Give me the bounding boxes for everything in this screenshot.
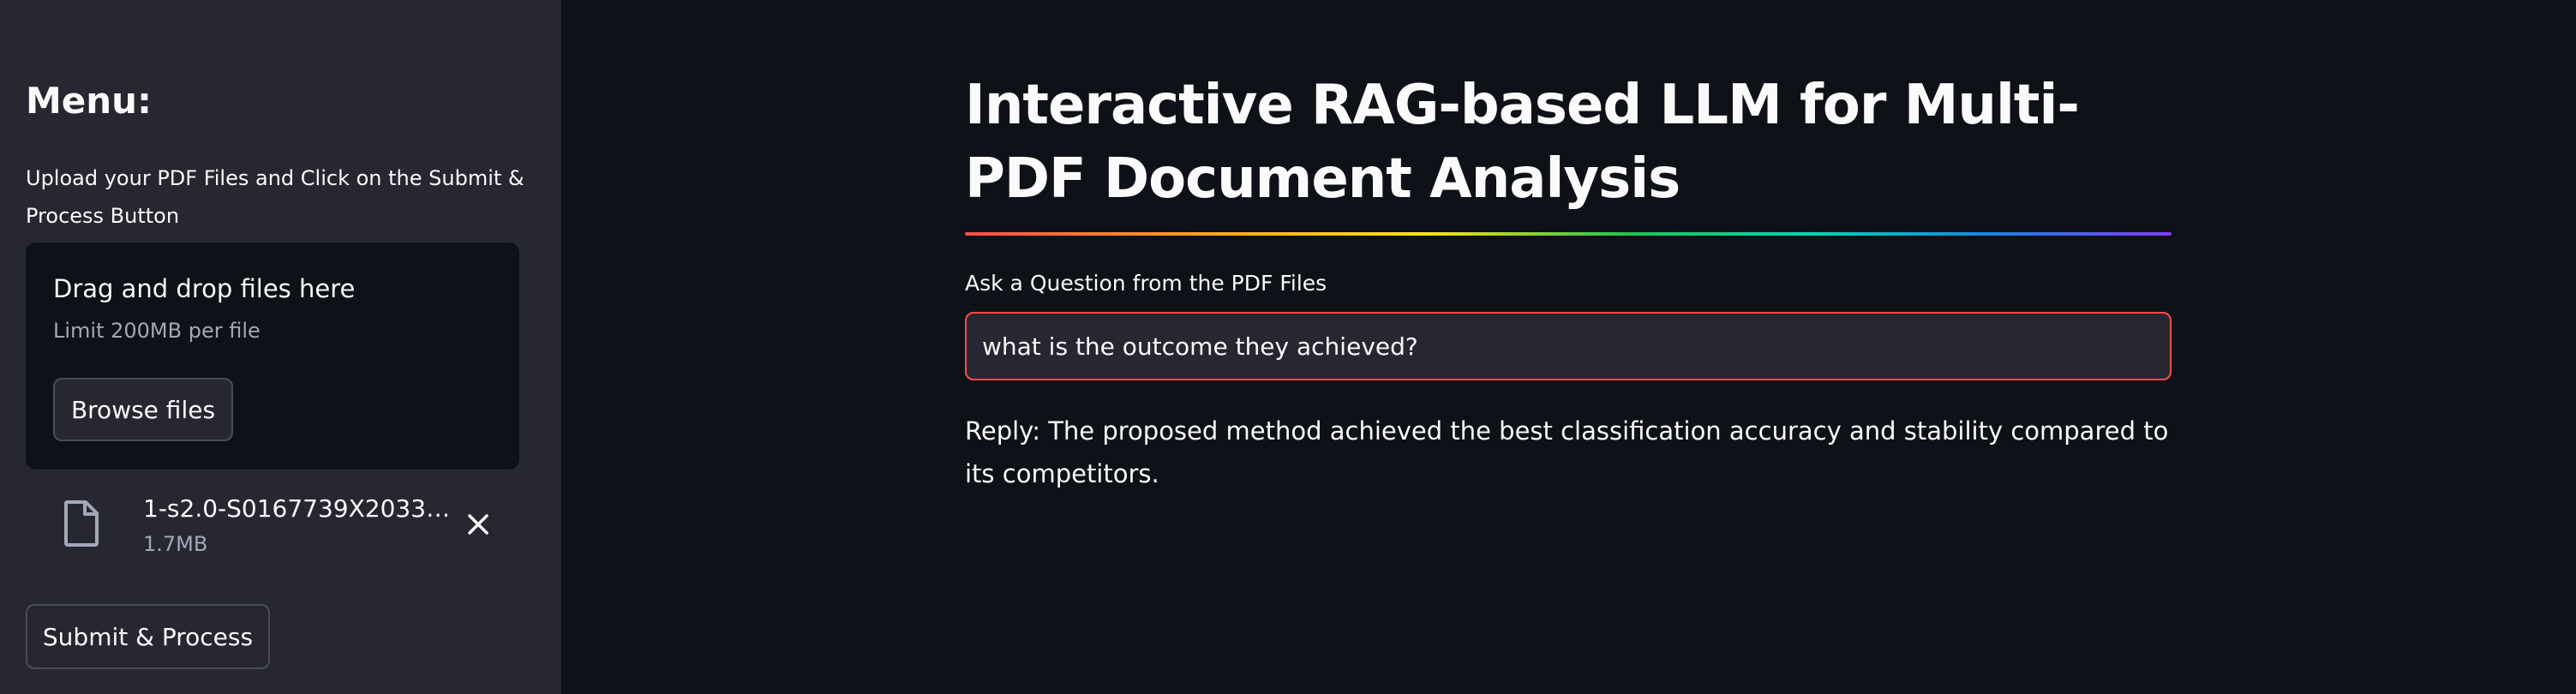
uploaded-file-item: 1-s2.0-S0167739X203303... 1.7MB <box>26 488 531 565</box>
file-size: 1.7MB <box>143 532 208 556</box>
question-label: Ask a Question from the PDF Files <box>965 271 1327 296</box>
app-root: Menu: Upload your PDF Files and Click on… <box>0 0 2576 694</box>
file-name: 1-s2.0-S0167739X203303... <box>143 494 462 523</box>
title-divider <box>965 232 2172 236</box>
browse-files-button[interactable]: Browse files <box>53 378 233 441</box>
menu-title: Menu: <box>26 80 152 122</box>
reply-text: Reply: The proposed method achieved the … <box>965 416 2169 488</box>
remove-file-close-icon[interactable] <box>458 504 499 545</box>
upload-instructions: Upload your PDF Files and Click on the S… <box>26 166 524 228</box>
file-icon <box>63 500 99 547</box>
main-content: Interactive RAG-based LLM for Multi-PDF … <box>561 0 2576 694</box>
dropzone-title: Drag and drop files here <box>53 274 356 303</box>
question-input[interactable] <box>965 312 2172 380</box>
sidebar: Menu: Upload your PDF Files and Click on… <box>0 0 561 694</box>
dropzone-limit: Limit 200MB per file <box>53 319 261 343</box>
page-title: Interactive RAG-based LLM for Multi-PDF … <box>965 74 2080 211</box>
file-dropzone[interactable]: Drag and drop files here Limit 200MB per… <box>26 242 519 470</box>
submit-process-button[interactable]: Submit & Process <box>26 604 270 669</box>
